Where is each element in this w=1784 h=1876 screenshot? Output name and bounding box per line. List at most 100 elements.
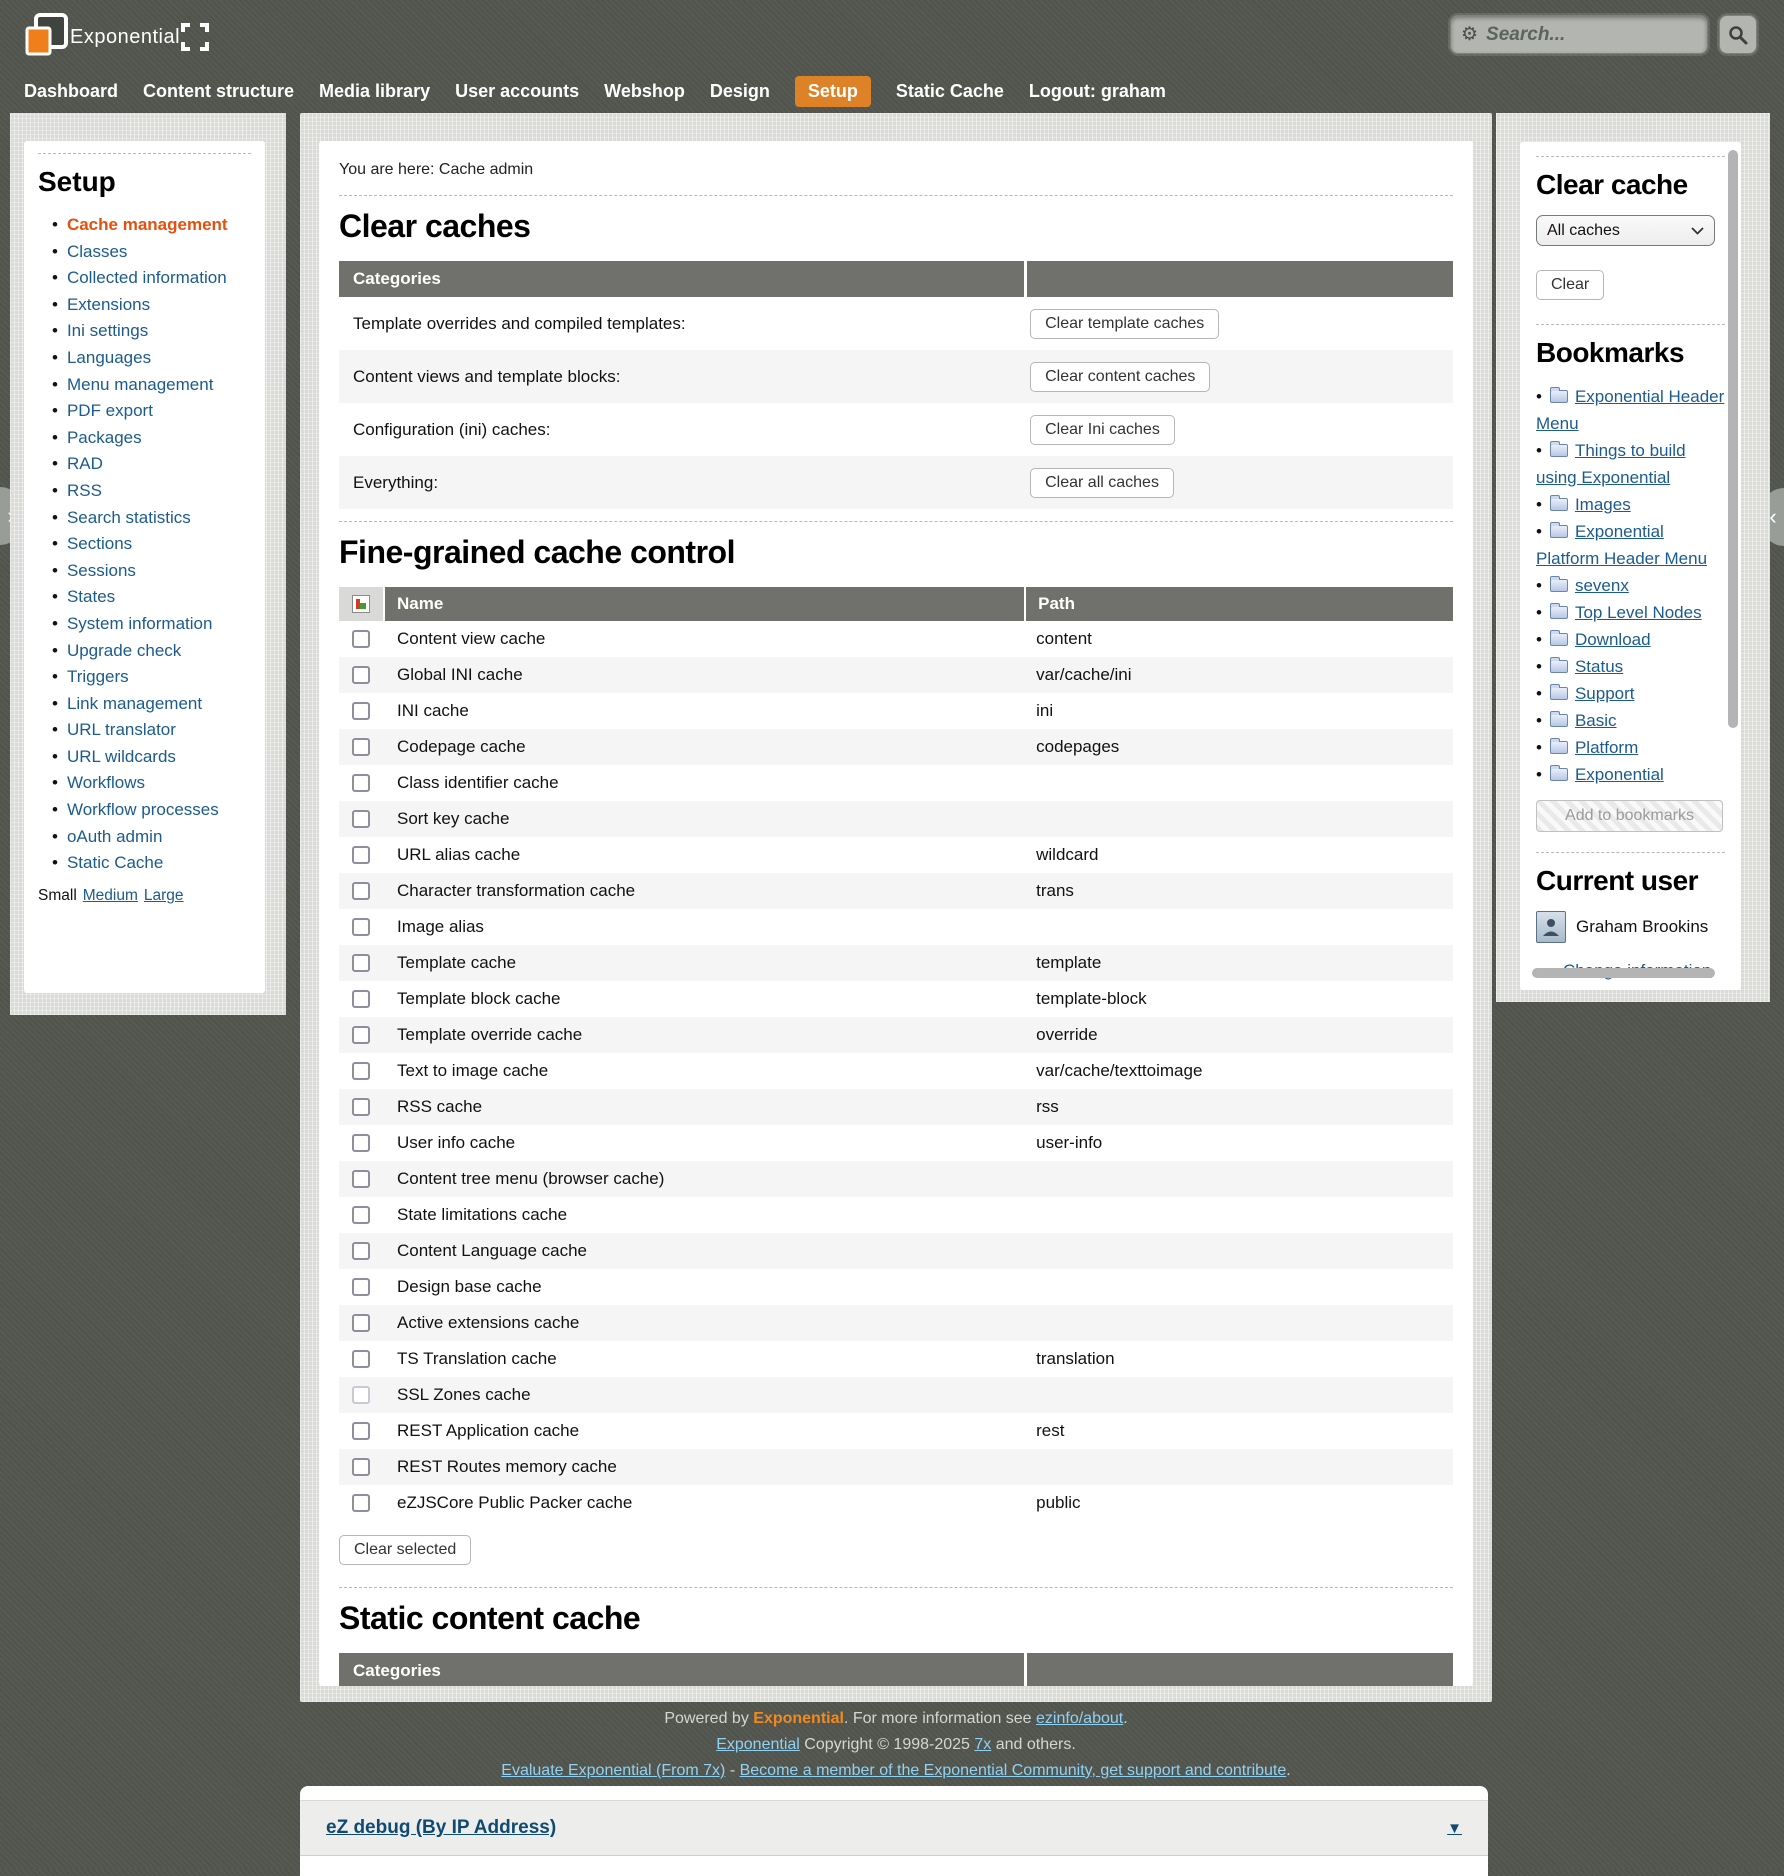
checkbox-rest-application-cache[interactable] — [352, 1422, 370, 1440]
clear-content-caches-button[interactable]: Clear content caches — [1030, 362, 1210, 392]
clear-all-caches-button[interactable]: Clear all caches — [1030, 468, 1174, 498]
sidebar-link-classes[interactable]: Classes — [67, 242, 127, 261]
search-button[interactable] — [1719, 15, 1757, 54]
sidebar-link-pdf-export[interactable]: PDF export — [67, 401, 153, 420]
clear-cache-button[interactable]: Clear — [1536, 270, 1604, 300]
checkbox-cell — [339, 1386, 383, 1404]
sidebar-link-url-wildcards[interactable]: URL wildcards — [67, 747, 176, 766]
sidebar-link-languages[interactable]: Languages — [67, 348, 151, 367]
checkbox-design-base-cache[interactable] — [352, 1278, 370, 1296]
checkbox-global-ini-cache[interactable] — [352, 666, 370, 684]
cache-category-row: Configuration (ini) caches:Clear Ini cac… — [339, 403, 1453, 456]
checkbox-state-limitations-cache[interactable] — [352, 1206, 370, 1224]
exponential-link[interactable]: Exponential — [716, 1736, 800, 1753]
cache-type-select[interactable]: All caches — [1536, 215, 1715, 246]
sidebar-link-rad[interactable]: RAD — [67, 454, 103, 473]
checkbox-template-block-cache[interactable] — [352, 990, 370, 1008]
fullscreen-icon[interactable] — [180, 22, 210, 52]
cache-row-ts-translation-cache: TS Translation cachetranslation — [339, 1341, 1453, 1377]
clear-selected-button[interactable]: Clear selected — [339, 1535, 471, 1565]
sidebar-link-link-management[interactable]: Link management — [67, 694, 202, 713]
ezinfo-about-link[interactable]: ezinfo/about — [1036, 1710, 1123, 1727]
sidebar-link-triggers[interactable]: Triggers — [67, 667, 129, 686]
checkbox-content-language-cache[interactable] — [352, 1242, 370, 1260]
checkbox-rss-cache[interactable] — [352, 1098, 370, 1116]
community-link[interactable]: Become a member of the Exponential Commu… — [740, 1762, 1287, 1779]
checkbox-template-cache[interactable] — [352, 954, 370, 972]
sidebar-link-cache-management[interactable]: Cache management — [67, 215, 228, 234]
nav-item-media-library[interactable]: Media library — [319, 81, 430, 102]
checkbox-active-extensions-cache[interactable] — [352, 1314, 370, 1332]
bookmark-link-sevenx[interactable]: sevenx — [1575, 576, 1629, 595]
toggle-selection-icon[interactable] — [352, 595, 370, 613]
bookmark-link-images[interactable]: Images — [1575, 495, 1631, 514]
sidebar-link-collected-information[interactable]: Collected information — [67, 268, 227, 287]
sidebar-link-ini-settings[interactable]: Ini settings — [67, 321, 148, 340]
bookmark-link-download[interactable]: Download — [1575, 630, 1651, 649]
checkbox-ezjscore-public-packer-cache[interactable] — [352, 1494, 370, 1512]
checkbox-character-transformation-cache[interactable] — [352, 882, 370, 900]
checkbox-content-tree-menu-browser-cache[interactable] — [352, 1170, 370, 1188]
sidebar-link-upgrade-check[interactable]: Upgrade check — [67, 641, 181, 660]
checkbox-class-identifier-cache[interactable] — [352, 774, 370, 792]
evaluate-link[interactable]: Evaluate Exponential (From 7x) — [501, 1762, 725, 1779]
cache-row-active-extensions-cache: Active extensions cache — [339, 1305, 1453, 1341]
checkbox-ini-cache[interactable] — [352, 702, 370, 720]
checkbox-image-alias[interactable] — [352, 918, 370, 936]
nav-item-webshop[interactable]: Webshop — [604, 81, 685, 102]
bookmark-link-exponential[interactable]: Exponential — [1575, 765, 1664, 784]
vertical-scrollbar-thumb[interactable] — [1728, 150, 1738, 728]
debug-collapse-toggle[interactable]: ▼ — [1447, 1820, 1462, 1837]
checkbox-template-override-cache[interactable] — [352, 1026, 370, 1044]
sidebar-link-workflow-processes[interactable]: Workflow processes — [67, 800, 219, 819]
sidebar-link-sections[interactable]: Sections — [67, 534, 132, 553]
nav-item-dashboard[interactable]: Dashboard — [24, 81, 118, 102]
ez-debug-link[interactable]: eZ debug (By IP Address) — [326, 1817, 556, 1839]
sidebar-link-extensions[interactable]: Extensions — [67, 295, 150, 314]
checkbox-text-to-image-cache[interactable] — [352, 1062, 370, 1080]
nav-item-setup[interactable]: Setup — [795, 76, 871, 107]
bookmark-link-support[interactable]: Support — [1575, 684, 1635, 703]
nav-item-logout-graham[interactable]: Logout: graham — [1029, 81, 1166, 102]
bookmark-link-status[interactable]: Status — [1575, 657, 1623, 676]
checkbox-cell — [339, 1494, 383, 1512]
exponential-logo-icon[interactable] — [24, 12, 70, 60]
checkbox-codepage-cache[interactable] — [352, 738, 370, 756]
bookmark-link-platform[interactable]: Platform — [1575, 738, 1638, 757]
sidebar-link-system-information[interactable]: System information — [67, 614, 213, 633]
size-link-medium[interactable]: Medium — [83, 887, 138, 904]
checkbox-content-view-cache[interactable] — [352, 630, 370, 648]
bookmark-link-top-level-nodes[interactable]: Top Level Nodes — [1575, 603, 1702, 622]
sidebar-link-sessions[interactable]: Sessions — [67, 561, 136, 580]
nav-item-user-accounts[interactable]: User accounts — [455, 81, 579, 102]
sidebar-link-rss[interactable]: RSS — [67, 481, 102, 500]
cache-category-label: Everything: — [339, 473, 1024, 493]
sidebar-link-workflows[interactable]: Workflows — [67, 773, 145, 792]
checkbox-sort-key-cache[interactable] — [352, 810, 370, 828]
checkbox-rest-routes-memory-cache[interactable] — [352, 1458, 370, 1476]
select-toggle-cell[interactable] — [339, 587, 383, 621]
search-input[interactable] — [1486, 24, 1697, 46]
sidebar-link-menu-management[interactable]: Menu management — [67, 375, 213, 394]
bookmark-link-basic[interactable]: Basic — [1575, 711, 1617, 730]
sidebar-link-search-statistics[interactable]: Search statistics — [67, 508, 191, 527]
footer-brand-link[interactable]: Exponential — [753, 1710, 844, 1727]
checkbox-cell — [339, 810, 383, 828]
checkbox-user-info-cache[interactable] — [352, 1134, 370, 1152]
sidebar-link-states[interactable]: States — [67, 587, 115, 606]
nav-item-static-cache[interactable]: Static Cache — [896, 81, 1004, 102]
sidebar-link-oauth-admin[interactable]: oAuth admin — [67, 827, 162, 846]
nav-item-design[interactable]: Design — [710, 81, 770, 102]
7x-link[interactable]: 7x — [974, 1736, 991, 1753]
checkbox-ts-translation-cache[interactable] — [352, 1350, 370, 1368]
sidebar-link-packages[interactable]: Packages — [67, 428, 142, 447]
size-link-large[interactable]: Large — [144, 887, 184, 904]
clear-ini-caches-button[interactable]: Clear Ini caches — [1030, 415, 1175, 445]
sidebar-link-static-cache[interactable]: Static Cache — [67, 853, 163, 872]
sidebar-link-url-translator[interactable]: URL translator — [67, 720, 176, 739]
nav-item-content-structure[interactable]: Content structure — [143, 81, 294, 102]
horizontal-scrollbar-thumb[interactable] — [1532, 968, 1715, 978]
clear-template-caches-button[interactable]: Clear template caches — [1030, 309, 1219, 339]
checkbox-url-alias-cache[interactable] — [352, 846, 370, 864]
user-link-change-password[interactable]: Change password — [1563, 989, 1700, 990]
